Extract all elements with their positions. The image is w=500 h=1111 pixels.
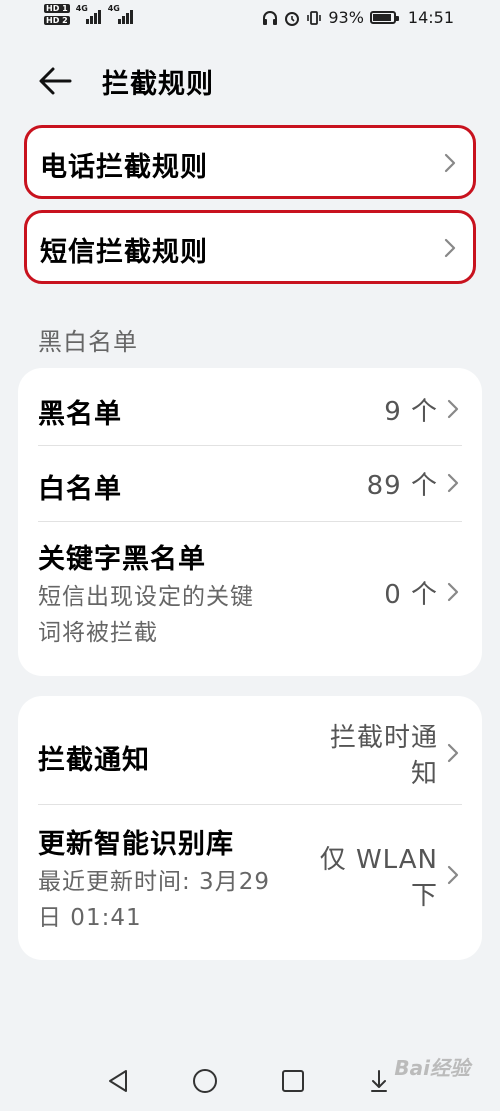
update-recognition-library-item[interactable]: 更新智能识别库 最近更新时间: 3月29 日 01:41 仅 WLAN 下 — [18, 804, 482, 960]
battery-percent: 93% — [328, 8, 364, 27]
nav-back-button[interactable] — [104, 1066, 134, 1096]
watermark: Bai经验 — [394, 1056, 470, 1080]
clock: 14:51 — [407, 8, 454, 27]
back-arrow-icon — [39, 67, 72, 95]
hd-badges: HD 1 HD 2 — [44, 4, 70, 25]
alarm-icon — [285, 11, 300, 26]
chevron-right-icon — [447, 473, 459, 493]
keyword-blacklist-item[interactable]: 关键字黑名单 短信出现设定的关键 词将被拦截 0 个 — [18, 521, 482, 676]
settings-group: 拦截通知 拦截时通 知 更新智能识别库 最近更新时间: 3月29 日 01:41… — [18, 696, 482, 960]
last-update-time-2: 日 01:41 — [38, 905, 142, 931]
intercept-notification-value-2: 知 — [410, 759, 438, 789]
sms-intercept-rules-item[interactable]: 短信拦截规则 — [24, 210, 476, 284]
intercept-notification-title: 拦截通知 — [38, 745, 150, 776]
blacklist-count: 9 个 — [384, 397, 438, 427]
call-intercept-rules-label: 电话拦截规则 — [40, 152, 208, 183]
chevron-right-icon — [447, 865, 459, 885]
network-type-1: 4G — [75, 4, 88, 13]
swipe-down-icon — [371, 1070, 387, 1092]
whitelist-title: 白名单 — [38, 474, 122, 505]
whitelist-count: 89 个 — [366, 471, 438, 501]
status-right: 93% 14:51 — [262, 8, 454, 27]
network-type-2: 4G — [107, 4, 120, 13]
update-recognition-library-title: 更新智能识别库 — [38, 829, 234, 860]
chevron-right-icon — [447, 743, 459, 763]
intercept-notification-value-1: 拦截时通 — [329, 723, 438, 753]
keyword-blacklist-count: 0 个 — [384, 580, 438, 610]
section-label-lists: 黑白名单 — [38, 328, 138, 356]
nav-recent-button[interactable] — [278, 1066, 308, 1096]
circle-home-icon — [193, 1069, 217, 1093]
vibrate-icon — [307, 10, 322, 25]
app-header: 拦截规则 — [0, 56, 500, 106]
chevron-right-icon — [444, 238, 456, 258]
blacklist-item[interactable]: 黑名单 9 个 — [18, 368, 482, 445]
signal-icon-sim1: 4G — [76, 4, 102, 24]
chevron-right-icon — [447, 399, 459, 419]
nav-swipe-down-button[interactable] — [364, 1066, 394, 1096]
chevron-right-icon — [447, 582, 459, 602]
signal-icon-sim2: 4G — [108, 4, 134, 24]
call-intercept-rules-item[interactable]: 电话拦截规则 — [24, 125, 476, 199]
keyword-blacklist-subtitle-2: 词将被拦截 — [38, 620, 158, 646]
keyword-blacklist-title: 关键字黑名单 — [38, 544, 206, 575]
keyword-blacklist-subtitle-1: 短信出现设定的关键 — [38, 584, 254, 610]
last-update-time-1: 最近更新时间: 3月29 — [38, 869, 270, 895]
hd2-badge: HD 2 — [44, 16, 70, 25]
intercept-notification-item[interactable]: 拦截通知 拦截时通 知 — [18, 696, 482, 804]
back-button[interactable] — [36, 64, 76, 98]
square-recent-icon — [282, 1070, 304, 1092]
update-condition-value-2: 下 — [410, 881, 438, 911]
blacklist-title: 黑名单 — [38, 399, 122, 430]
nav-home-button[interactable] — [190, 1066, 220, 1096]
hd1-badge: HD 1 — [44, 4, 70, 13]
sms-intercept-rules-label: 短信拦截规则 — [40, 237, 208, 268]
lists-group: 黑名单 9 个 白名单 89 个 关键字黑名单 短信出现设定的关键 词将被拦截 … — [18, 368, 482, 676]
update-condition-value-1: 仅 WLAN — [319, 845, 438, 875]
triangle-back-icon — [109, 1070, 127, 1092]
whitelist-item[interactable]: 白名单 89 个 — [18, 445, 482, 521]
headphones-icon — [263, 10, 278, 25]
battery-icon — [369, 11, 399, 24]
chevron-right-icon — [444, 153, 456, 173]
status-bar: HD 1 HD 2 4G 4G 93% 14:51 — [0, 0, 500, 38]
page-title: 拦截规则 — [102, 69, 214, 100]
status-left: HD 1 HD 2 4G 4G — [44, 4, 134, 25]
